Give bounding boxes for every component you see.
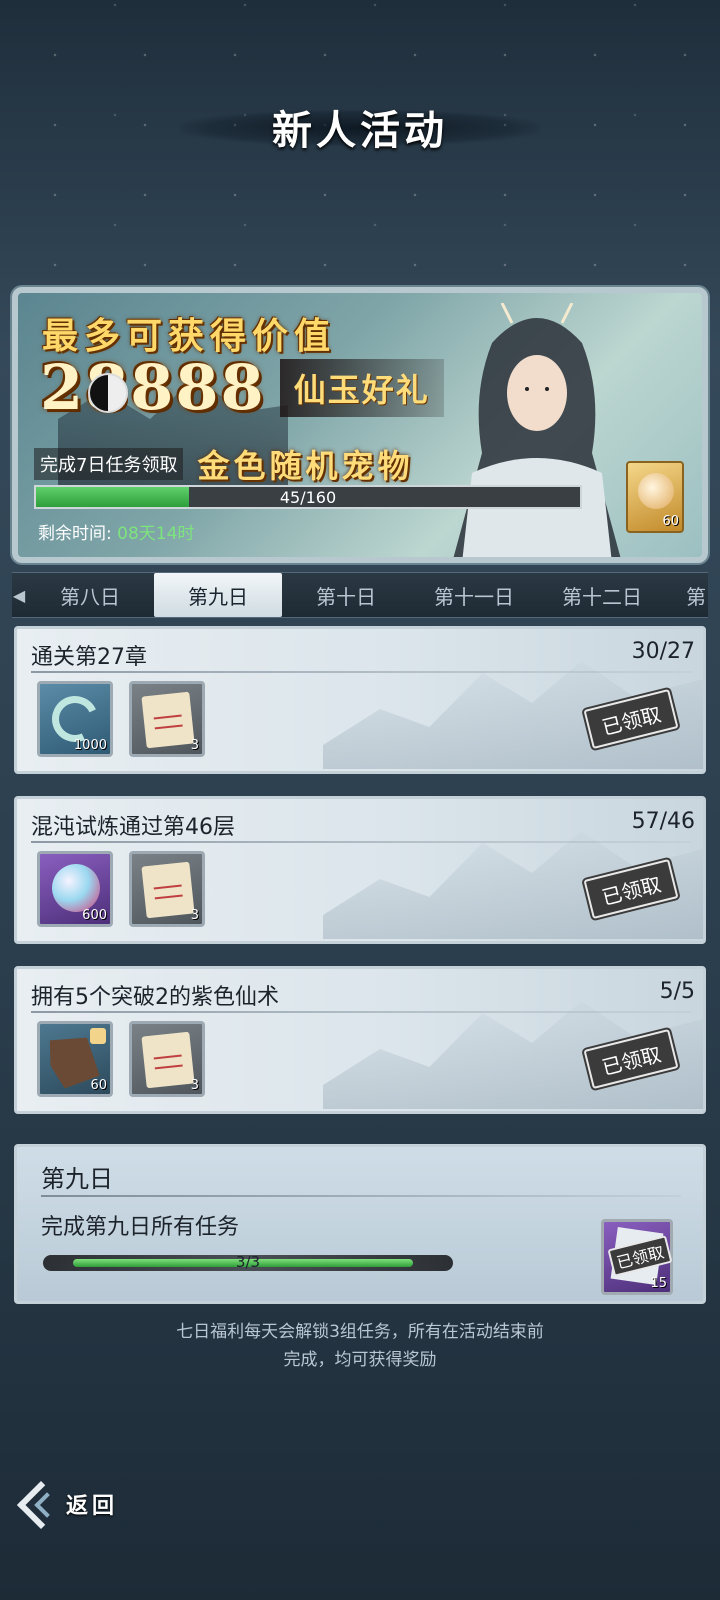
footer-note-line: 七日福利每天会解锁3组任务，所有在活动结束前 [176, 1322, 544, 1342]
yinyang-icon [88, 373, 128, 413]
remaining-time-value: 08天14时 [117, 524, 195, 544]
reward-qty: 600 [82, 908, 107, 923]
reward-qty: 60 [90, 1078, 107, 1093]
reward-item[interactable]: 60 [37, 1021, 113, 1097]
summary-divider [41, 1195, 681, 1197]
day-summary-card: 第九日 完成第九日所有任务 3/3 已领取 15 [14, 1144, 706, 1304]
task-card: 通关第27章 30/27 1000 3 已领取 [14, 626, 706, 774]
tab-day-8[interactable]: 第八日 [26, 573, 154, 617]
banner-character-art [453, 303, 621, 557]
reward-item[interactable]: 3 [129, 851, 205, 927]
banner-progress-text: 45/160 [279, 487, 337, 507]
task-title: 拥有5个突破2的紫色仙术 [31, 985, 279, 1010]
tab-left-arrow-icon[interactable]: ◀ [12, 573, 26, 617]
event-banner: 最多可获得价值 28888 仙玉好礼 完成7日任务领取 金色随机宠物 45/16… [12, 287, 708, 563]
tab-day-12[interactable]: 第十二日 [538, 573, 666, 617]
task-card: 混沌试炼通过第46层 57/46 600 3 已领取 [14, 796, 706, 944]
banner-task-row: 完成7日任务领取 金色随机宠物 [34, 441, 413, 487]
task-divider [31, 1011, 691, 1013]
remaining-time: 剩余时间: 08天14时 [38, 519, 194, 544]
page-title: 新人活动 [272, 107, 448, 154]
scroll-icon [141, 691, 195, 749]
tab-day-13-partial[interactable]: 第 [666, 573, 708, 617]
reward-qty: 3 [190, 738, 199, 753]
task-title: 混沌试炼通过第46层 [31, 815, 235, 840]
reward-item[interactable]: 3 [129, 681, 205, 757]
tab-day-9[interactable]: 第九日 [154, 573, 282, 617]
banner-pet-text: 金色随机宠物 [197, 447, 414, 485]
task-count: 5/5 [659, 979, 695, 1004]
reward-qty: 3 [190, 1078, 199, 1093]
day-tabs: ◀ 第八日 第九日 第十日 第十一日 第十二日 第 [12, 572, 708, 618]
banner-reward-item[interactable]: 60 [626, 461, 684, 533]
banner-task-desc: 完成7日任务领取 [34, 448, 184, 480]
summary-reward-item[interactable]: 已领取 15 [601, 1219, 673, 1295]
reward-qty: 15 [650, 1276, 667, 1291]
banner-gift-text: 仙玉好礼 [279, 358, 444, 417]
summary-title: 第九日 [41, 1165, 113, 1193]
reward-item[interactable]: 3 [129, 1021, 205, 1097]
reward-qty: 3 [190, 908, 199, 923]
task-divider [31, 671, 691, 673]
puzzle-piece-icon [90, 1028, 106, 1044]
back-arrow-icon [18, 1480, 66, 1528]
summary-progress-bar: 3/3 [43, 1253, 453, 1271]
task-count: 57/46 [631, 809, 695, 834]
summary-desc: 完成第九日所有任务 [41, 1215, 240, 1240]
page-header: 新人活动 [0, 92, 720, 162]
footer-note-line: 完成，均可获得奖励 [283, 1350, 437, 1370]
reward-item[interactable]: 1000 [37, 681, 113, 757]
back-label: 返回 [66, 1493, 119, 1519]
tab-day-10[interactable]: 第十日 [282, 573, 410, 617]
task-count: 30/27 [631, 639, 695, 664]
remaining-time-label: 剩余时间: [38, 524, 112, 544]
back-button[interactable]: 返回 [18, 1478, 138, 1530]
task-divider [31, 841, 691, 843]
banner-big-number: 28888 [40, 351, 266, 424]
scroll-icon [141, 1031, 195, 1089]
task-title: 通关第27章 [31, 645, 147, 670]
footer-note: 七日福利每天会解锁3组任务，所有在活动结束前 完成，均可获得奖励 [0, 1318, 720, 1374]
tab-day-11[interactable]: 第十一日 [410, 573, 538, 617]
orb-icon [52, 864, 100, 912]
reward-qty: 1000 [73, 738, 107, 753]
banner-progress-bar: 45/160 [34, 485, 582, 509]
scroll-icon [141, 861, 195, 919]
banner-reward-count: 60 [662, 514, 679, 529]
summary-progress-text: 3/3 [235, 1253, 261, 1271]
pet-fragment-icon [638, 473, 674, 509]
reward-item[interactable]: 600 [37, 851, 113, 927]
task-card: 拥有5个突破2的紫色仙术 5/5 60 3 已领取 [14, 966, 706, 1114]
